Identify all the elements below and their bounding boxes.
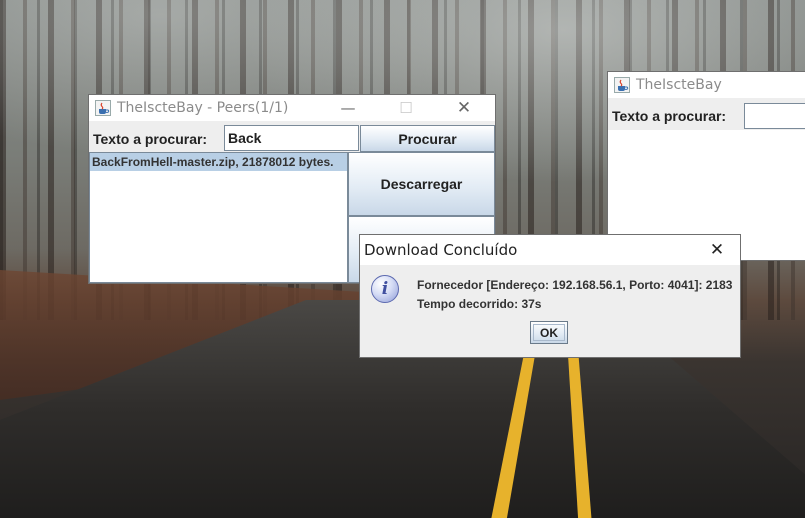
- second-search-input[interactable]: [744, 103, 805, 129]
- dialog-close-button[interactable]: ✕: [694, 235, 740, 265]
- ok-button[interactable]: OK: [530, 321, 568, 344]
- list-item[interactable]: BackFromHell-master.zip, 21878012 bytes.: [90, 153, 347, 171]
- maximize-button[interactable]: ☐: [383, 95, 429, 121]
- close-icon: ✕: [709, 240, 725, 260]
- second-search-label: Texto a procurar:: [612, 108, 727, 124]
- results-list[interactable]: BackFromHell-master.zip, 21878012 bytes.: [89, 152, 348, 283]
- dialog-titlebar[interactable]: Download Concluído ✕: [360, 235, 740, 265]
- dialog-message-line2: Tempo decorrido: 37s: [417, 297, 542, 311]
- main-window-titlebar[interactable]: TheIscteBay - Peers(1/1) — ☐ ✕: [89, 95, 495, 121]
- download-button[interactable]: Descarregar: [348, 152, 495, 216]
- close-button[interactable]: ✕: [441, 95, 487, 121]
- dialog-title: Download Concluído: [364, 241, 518, 259]
- search-input[interactable]: Back: [224, 125, 359, 151]
- minimize-icon: —: [340, 99, 356, 117]
- search-label: Texto a procurar:: [93, 131, 208, 147]
- maximize-icon: ☐: [399, 99, 413, 117]
- search-button[interactable]: Procurar: [360, 125, 495, 152]
- dialog-message-line1: Fornecedor [Endereço: 192.168.56.1, Port…: [417, 278, 733, 292]
- download-dialog[interactable]: Download Concluído ✕ i Fornecedor [Ender…: [360, 235, 740, 357]
- info-icon: i: [371, 275, 399, 303]
- java-icon: [95, 100, 111, 116]
- java-icon: [614, 77, 630, 93]
- second-window-titlebar[interactable]: TheIscteBay: [608, 72, 805, 98]
- close-icon: ✕: [456, 98, 472, 118]
- second-window[interactable]: TheIscteBay Texto a procurar:: [608, 72, 805, 260]
- second-window-title: TheIscteBay: [636, 77, 722, 93]
- main-window-title: TheIscteBay - Peers(1/1): [117, 100, 289, 116]
- minimize-button[interactable]: —: [325, 95, 371, 121]
